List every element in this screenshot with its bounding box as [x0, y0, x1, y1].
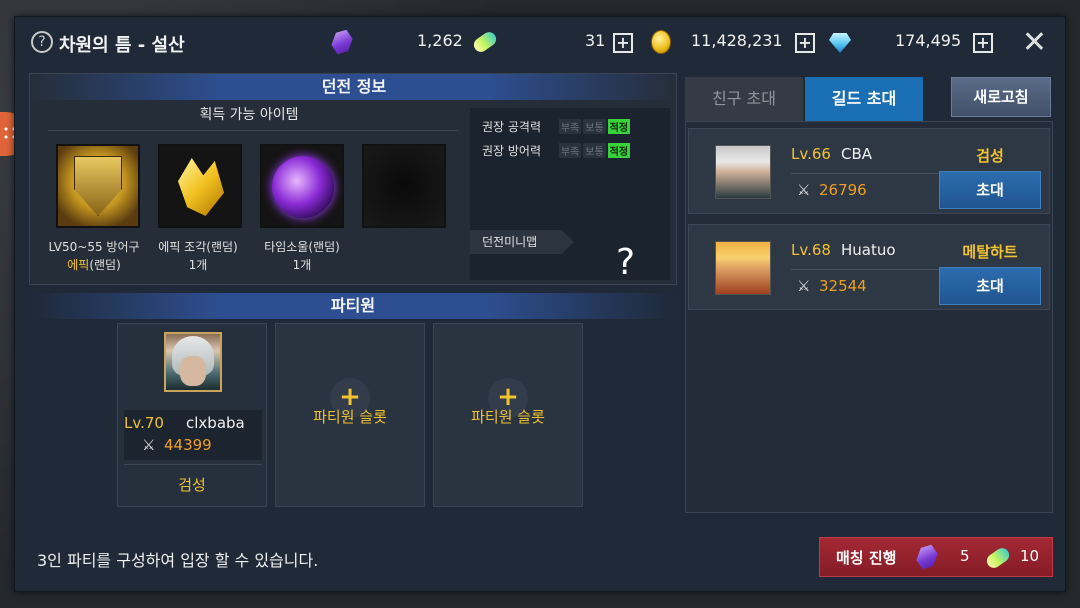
gold-coin-icon [651, 30, 671, 54]
add-gold-button[interactable]: + [795, 33, 815, 53]
obtainable-items-title: 획득 가능 아이템 [199, 107, 299, 123]
diamond-icon [829, 33, 851, 53]
item-caption-armor: LV50~55 방어구 에픽(랜덤) [48, 240, 140, 272]
party-slot-empty[interactable]: + 파티원 슬롯 [433, 323, 583, 507]
list-item: Lv.66 CBA 검성 ⚔ 26796 초대 [688, 128, 1050, 214]
party-slot-label: 파티원 슬롯 [471, 408, 545, 426]
crystal-shard-icon[interactable] [158, 144, 242, 228]
stone-cost: 10 [1020, 547, 1040, 565]
avatar [164, 332, 222, 392]
friend-power: 32544 [819, 277, 867, 295]
shield-icon[interactable] [56, 144, 140, 228]
member-power: 44399 [164, 436, 212, 454]
divider [48, 130, 458, 131]
party-notice: 3인 파티를 구성하여 입장 할 수 있습니다. [37, 551, 319, 570]
recommended-defense: 권장 방어력 부족 보통 적정 [482, 143, 631, 158]
crystal-icon [914, 542, 940, 573]
member-name: clxbaba [186, 414, 245, 432]
refresh-button[interactable]: 새로고침 [951, 77, 1051, 117]
friend-class: 검성 [976, 147, 1004, 165]
recommended-stats-box: 권장 공격력 부족 보통 적정 권장 방어력 부족 보통 적정 던전미니맵 ? [470, 108, 670, 283]
member-info: Lv.70 clxbaba ⚔ 44399 [124, 410, 262, 460]
add-diamond-button[interactable]: + [973, 33, 993, 53]
diamond-count: 174,495 [895, 31, 962, 50]
minimap-placeholder: ? [616, 242, 636, 283]
dungeon-info-panel: 던전 정보 획득 가능 아이템 LV50~55 방어구 에픽(랜덤) 에픽 조각… [29, 73, 678, 285]
dungeon-minimap-label: 던전미니맵 [470, 230, 574, 254]
crystal-icon [329, 27, 355, 58]
crossed-swords-icon: ⚔ [797, 277, 811, 295]
friend-class: 메탈하트 [962, 243, 1018, 261]
item-caption-soul: 타임소울(랜덤) 1개 [264, 240, 340, 272]
member-class: 검성 [178, 476, 206, 494]
stone-count: 31 [585, 31, 606, 50]
start-matching-button[interactable]: 매칭 진행 5 10 [819, 537, 1053, 577]
item-caption-shard: 에픽 조각(랜덤) 1개 [158, 240, 238, 272]
empty-item-slot [362, 144, 446, 228]
stone-icon [984, 545, 1012, 571]
tab-guild-invite[interactable]: 길드 초대 [805, 77, 923, 121]
crossed-swords-icon: ⚔ [797, 181, 811, 199]
help-icon[interactable]: ? [31, 31, 53, 53]
window-title: 차원의 틈 - 설산 [59, 35, 185, 56]
invite-button[interactable]: 초대 [939, 267, 1041, 305]
party-title: 파티원 [29, 293, 677, 319]
crystal-count: 1,262 [417, 31, 463, 50]
friend-level: Lv.66 [791, 145, 831, 163]
list-item: Lv.68 Huatuo 메탈하트 ⚔ 32544 초대 [688, 224, 1050, 310]
friend-level: Lv.68 [791, 241, 831, 259]
crystal-cost: 5 [960, 547, 970, 565]
invite-button[interactable]: 초대 [939, 171, 1041, 209]
gold-count: 11,428,231 [691, 31, 783, 50]
time-soul-orb-icon[interactable] [260, 144, 344, 228]
close-icon[interactable]: ✕ [1022, 25, 1047, 60]
avatar [715, 145, 771, 199]
friend-name: CBA [841, 145, 873, 163]
add-stone-button[interactable]: + [613, 33, 633, 53]
stone-icon [471, 29, 499, 55]
top-bar: ? 차원의 틈 - 설산 1,262 31 + 11,428,231 + 174… [15, 17, 1065, 69]
party-slot-empty[interactable]: + 파티원 슬롯 [275, 323, 425, 507]
crossed-swords-icon: ⚔ [142, 436, 156, 454]
dungeon-window: ? 차원의 틈 - 설산 1,262 31 + 11,428,231 + 174… [14, 16, 1066, 592]
dungeon-info-title: 던전 정보 [30, 74, 678, 100]
party-member-card[interactable]: Lv.70 clxbaba ⚔ 44399 검성 [117, 323, 267, 507]
avatar [715, 241, 771, 295]
friend-power: 26796 [819, 181, 867, 199]
match-label: 매칭 진행 [836, 549, 897, 567]
tab-friend-invite[interactable]: 친구 초대 [685, 77, 803, 121]
party-slot-label: 파티원 슬롯 [313, 408, 387, 426]
friend-name: Huatuo [841, 241, 896, 259]
recommended-attack: 권장 공격력 부족 보통 적정 [482, 119, 631, 134]
invite-list-panel: Lv.66 CBA 검성 ⚔ 26796 초대 Lv.68 Huatuo 메탈하… [685, 121, 1053, 513]
member-level: Lv.70 [124, 414, 164, 432]
